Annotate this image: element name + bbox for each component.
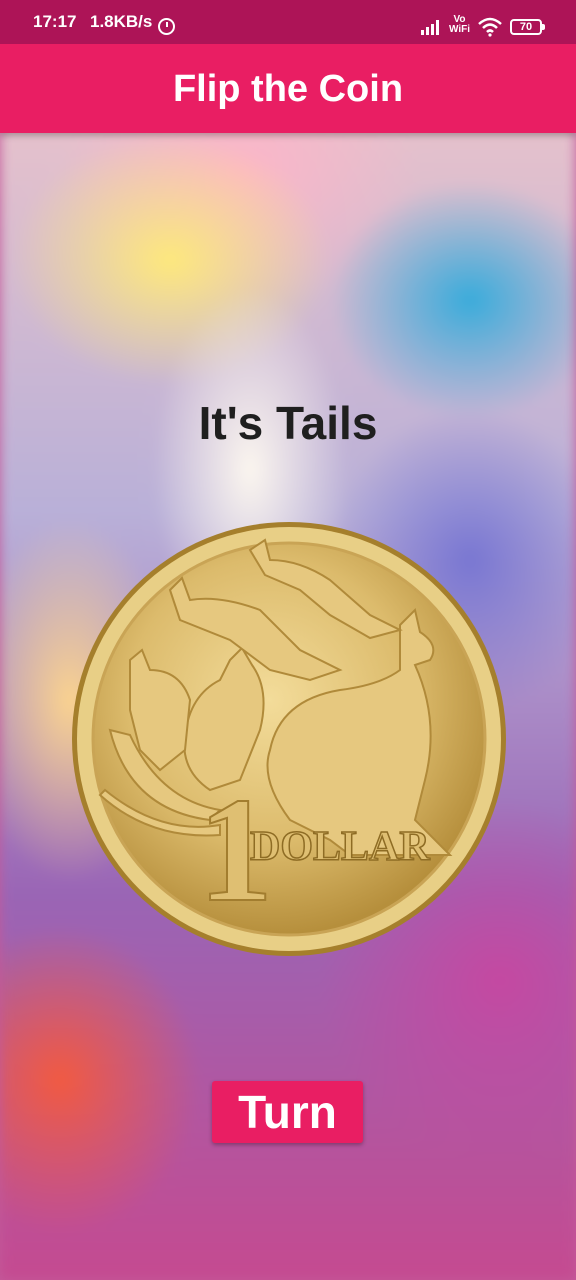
app-bar: Flip the Coin: [0, 44, 576, 133]
result-text: It's Tails: [198, 397, 378, 449]
coin-dollar-text: DOLLAR: [250, 824, 430, 870]
wifi-icon: [478, 17, 502, 37]
signal-icon: [421, 20, 443, 35]
alarm-icon: [158, 18, 175, 35]
status-time: 17:17: [33, 12, 77, 31]
network-speed: 1.8KB/s: [90, 12, 153, 31]
turn-button[interactable]: Turn: [212, 1081, 363, 1143]
app-title: Flip the Coin: [172, 68, 404, 110]
vowifi-icon: Vo WiFi: [449, 14, 471, 35]
dollar-coin-kangaroos-icon: 1 DOLLAR: [72, 522, 506, 956]
battery-icon: 70: [510, 19, 545, 35]
status-bar: 17:17 1.8KB/s Vo WiFi 70: [0, 0, 576, 44]
